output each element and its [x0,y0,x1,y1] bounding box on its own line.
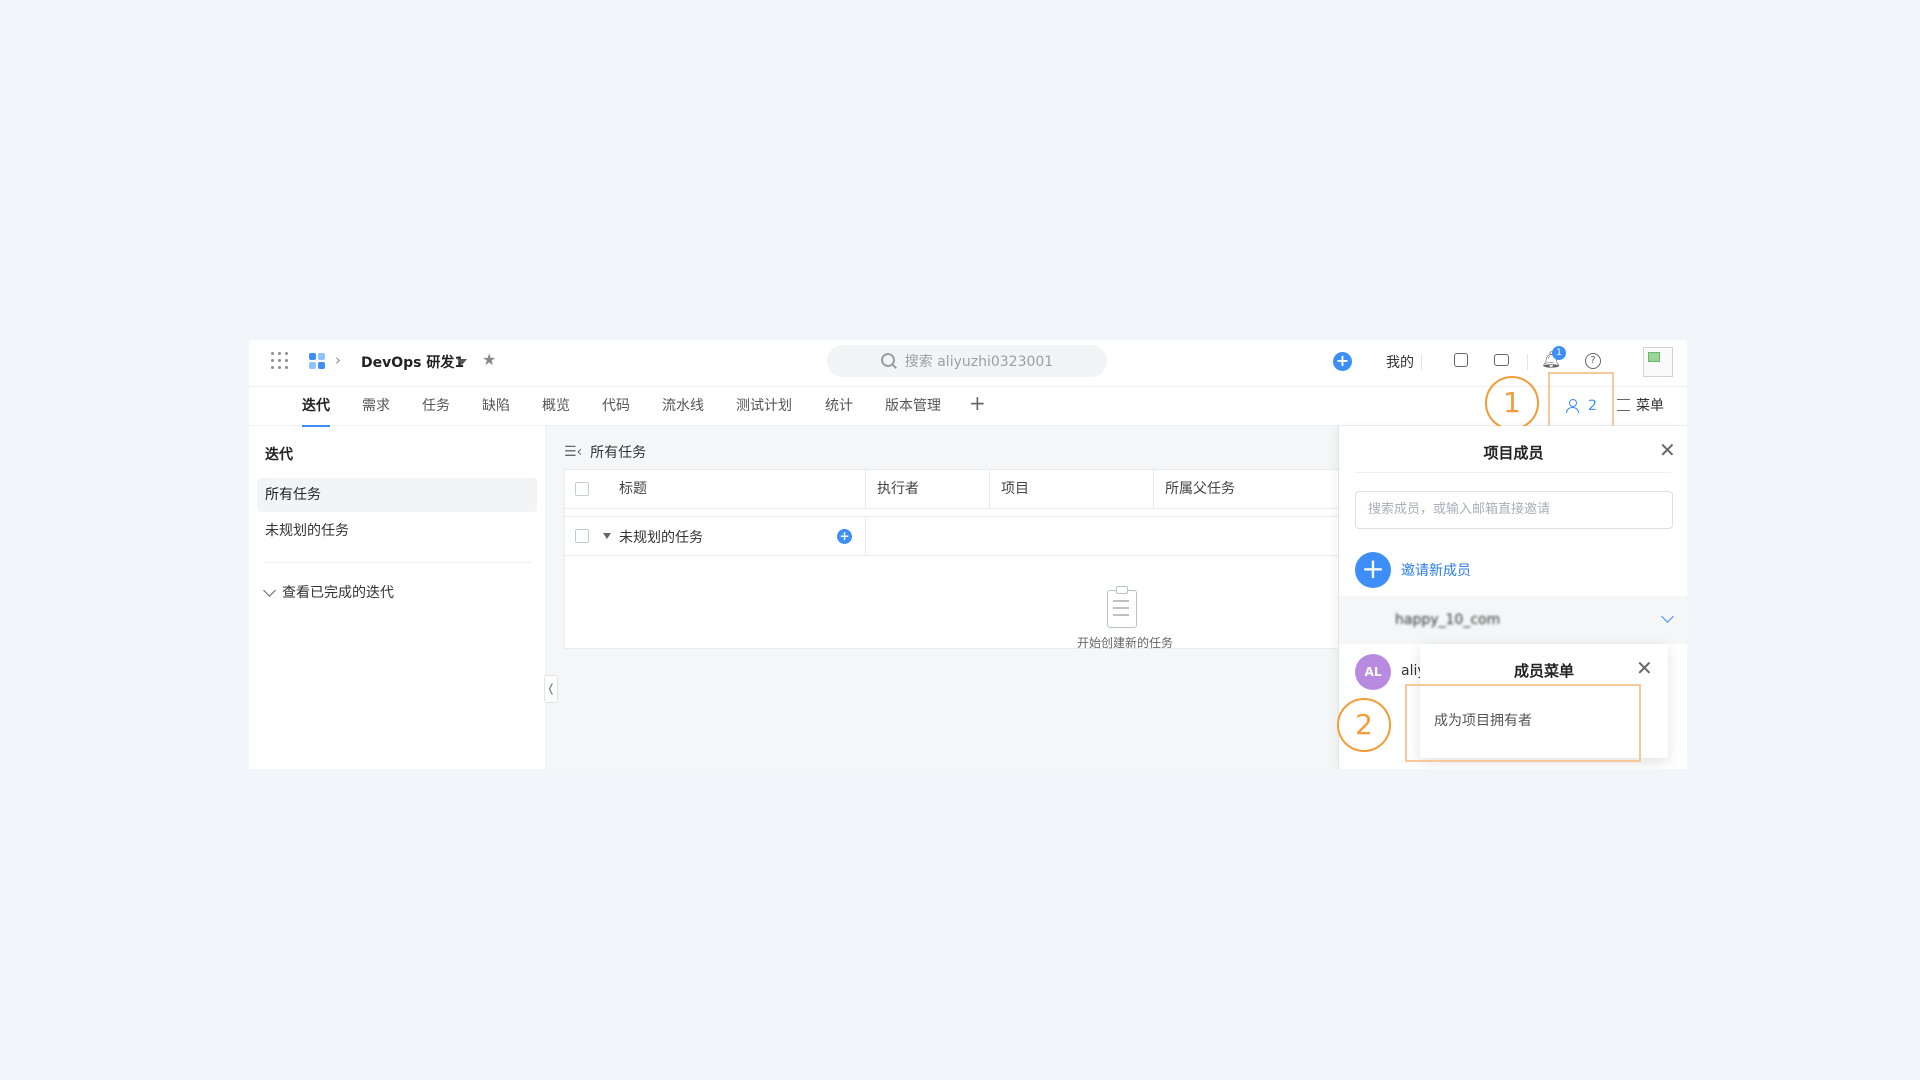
menu-button[interactable]: 菜单 [1617,395,1664,415]
col-divider [865,470,866,508]
member-menu-title: 成员菜单 [1513,662,1574,680]
tab-iteration[interactable]: 迭代 [302,395,330,427]
panel-divider [1355,472,1671,473]
close-icon[interactable]: ✕ [1636,656,1653,680]
tab-version-management[interactable]: 版本管理 [885,395,941,415]
app-window: › DevOps 研发1 ★ 搜索 aliyuzhi0323001 + 我的 🔔… [249,340,1687,769]
invite-member-button[interactable]: + 邀请新成员 [1355,552,1471,588]
tab-overview[interactable]: 概览 [542,395,570,415]
list-header: ☰‹ 所有任务 [564,442,646,462]
col-project[interactable]: 项目 [1001,470,1029,508]
search-placeholder: 搜索 aliyuzhi0323001 [904,354,1054,370]
task-list-area: ☰‹ 所有任务 标题 执行者 项目 所属父任务 未规划的任务 + 开始创建新的任… [544,426,1342,769]
chevron-down-icon[interactable] [1661,610,1674,623]
tab-test-plan[interactable]: 测试计划 [736,395,792,415]
notification-badge: 1 [1552,346,1566,360]
col-title[interactable]: 标题 [619,470,647,508]
project-icon [309,353,325,369]
collapse-sidebar-icon[interactable]: ☰‹ [564,444,582,460]
row-checkbox[interactable] [575,529,589,543]
table-header: 标题 执行者 项目 所属父任务 [565,470,1341,509]
avatar[interactable]: AL [1355,654,1391,690]
select-all-checkbox[interactable] [575,482,589,496]
tab-requirements[interactable]: 需求 [362,395,390,415]
iteration-sidebar: 迭代 所有任务 未规划的任务 查看已完成的迭代 [249,426,546,769]
global-search[interactable]: 搜索 aliyuzhi0323001 [827,345,1107,377]
apps-grid-icon[interactable] [271,352,289,370]
close-icon[interactable]: ✕ [1659,438,1676,462]
project-name[interactable]: DevOps 研发1 [361,352,464,372]
top-bar: › DevOps 研发1 ★ 搜索 aliyuzhi0323001 + 我的 🔔… [249,340,1687,387]
members-count: 2 [1588,398,1597,414]
project-nav: 迭代 需求 任务 缺陷 概览 代码 流水线 测试计划 统计 版本管理 + [249,387,1687,427]
sliders-icon [1617,399,1630,411]
group-label: 未规划的任务 [619,530,703,546]
chevron-down-icon [263,583,276,597]
members-button[interactable]: 2 [1566,393,1597,419]
list-title: 所有任务 [590,445,647,461]
tab-pipeline[interactable]: 流水线 [662,395,704,415]
tab-tasks[interactable]: 任务 [422,395,450,415]
menu-label: 菜单 [1636,398,1664,414]
create-button[interactable]: + [1333,352,1352,371]
expand-triangle-icon[interactable] [603,533,611,539]
col-divider [1153,470,1154,508]
sidebar-item-unplanned[interactable]: 未规划的任务 [257,514,537,548]
callout-2: 2 [1337,698,1391,752]
members-icon [1566,399,1582,413]
calendar-icon[interactable] [1454,353,1468,367]
sidebar-item-all-tasks[interactable]: 所有任务 [257,478,537,512]
breadcrumb-chevron-icon: › [335,351,341,369]
member-group-name: happy_10_com [1395,612,1501,628]
divider [1527,354,1528,370]
sidebar-title: 迭代 [265,447,293,463]
search-icon [880,353,897,369]
col-assignee[interactable]: 执行者 [877,470,919,508]
tab-defects[interactable]: 缺陷 [482,395,510,415]
col-divider [989,470,990,508]
task-table: 标题 执行者 项目 所属父任务 未规划的任务 + 开始创建新的任务 [564,469,1342,650]
panel-title: 项目成员 [1483,444,1544,462]
completed-label: 查看已完成的迭代 [282,585,394,601]
callout-1: 1 [1485,376,1539,430]
empty-state-text: 开始创建新的任务 [1076,636,1173,650]
mine-link[interactable]: 我的 [1386,352,1414,372]
tab-code[interactable]: 代码 [602,395,630,415]
add-task-button[interactable]: + [837,529,852,544]
help-icon[interactable]: ? [1585,353,1601,369]
project-dropdown-icon[interactable] [457,359,467,365]
highlight-make-owner [1405,684,1641,762]
star-icon[interactable]: ★ [482,350,496,369]
message-icon[interactable] [1494,354,1509,366]
sidebar-divider [265,562,531,563]
tab-statistics[interactable]: 统计 [825,395,853,415]
view-completed-iterations[interactable]: 查看已完成的迭代 [263,582,394,602]
clipboard-icon [1107,586,1137,628]
collapse-handle[interactable]: ❬ [544,675,558,703]
member-search-input[interactable]: 搜索成员，或输入邮箱直接邀请 [1355,491,1673,529]
member-group[interactable]: happy_10_com [1339,596,1687,644]
divider [1421,354,1422,370]
add-tab-icon[interactable]: + [969,391,986,415]
plus-icon: + [1355,552,1391,588]
user-avatar[interactable] [1643,347,1673,377]
invite-label: 邀请新成员 [1401,563,1471,579]
table-row[interactable]: 未规划的任务 + [565,516,1341,556]
col-divider [865,517,866,555]
col-parent-task[interactable]: 所属父任务 [1165,470,1235,508]
